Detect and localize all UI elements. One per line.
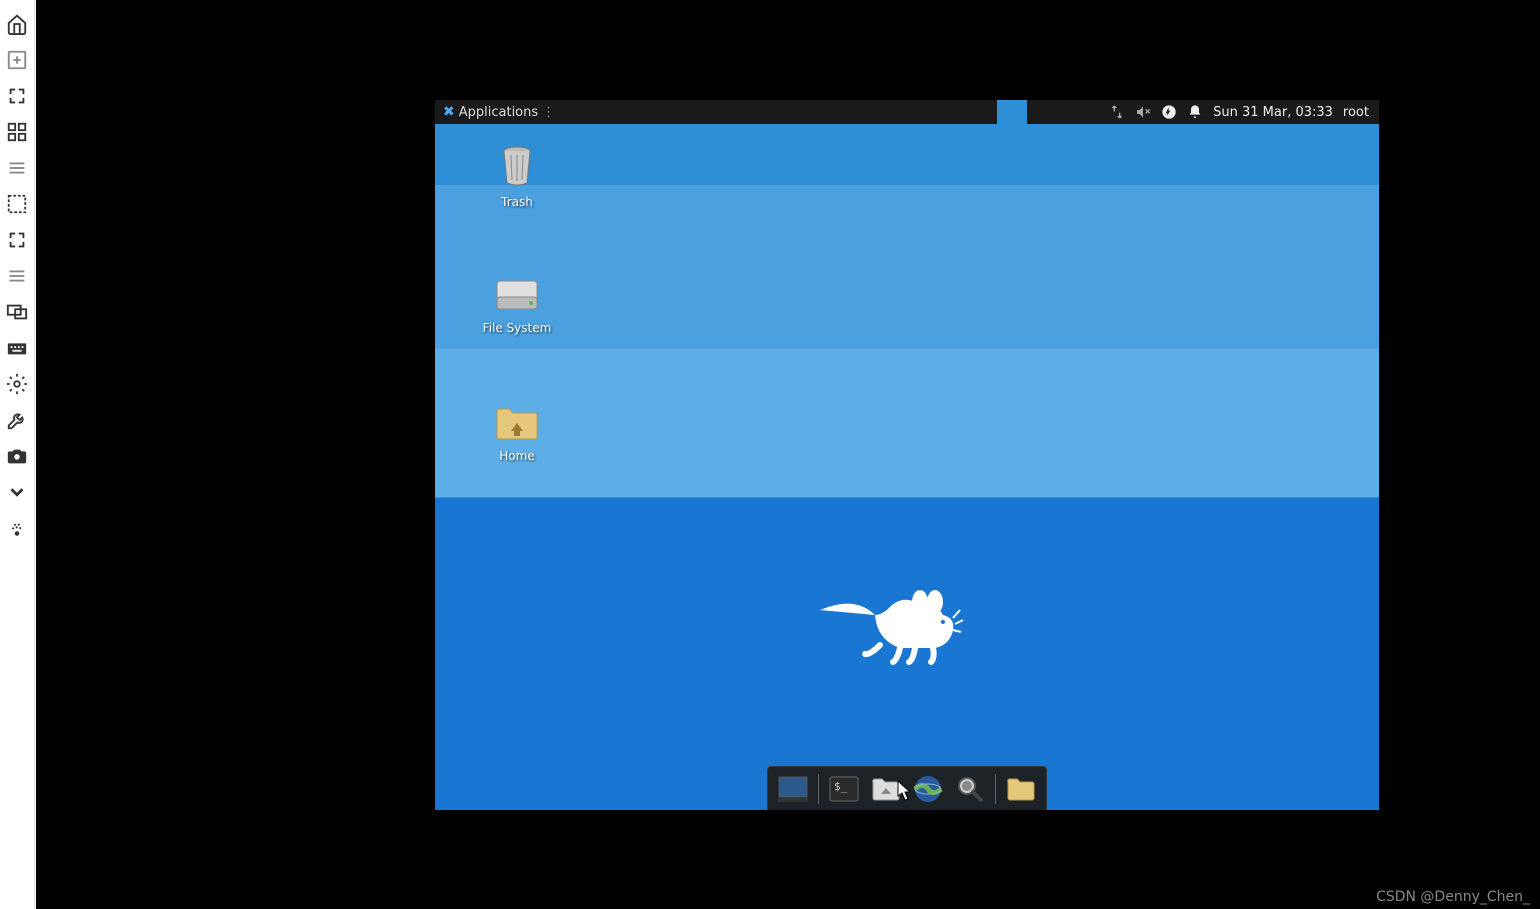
disconnect-icon[interactable] (5, 516, 29, 540)
multi-monitor-icon[interactable] (5, 300, 29, 324)
filesystem-desktop-icon[interactable]: File System (477, 279, 557, 335)
terminal-button[interactable]: $_ (827, 772, 861, 806)
xfce-desktop[interactable]: ✖ Applications ⋮ Sun 31 Mar, 03:33 root (435, 100, 1379, 810)
desktop-icons-container: Trash File System Home (477, 145, 557, 463)
fullscreen-toggle-icon[interactable] (5, 84, 29, 108)
xfce-mouse-logo (815, 580, 975, 680)
tools-icon[interactable] (5, 408, 29, 432)
xfce-menu-icon: ✖ (443, 104, 455, 120)
power-icon[interactable] (1161, 104, 1177, 120)
dock-separator (818, 774, 819, 804)
svg-text:$_: $_ (834, 780, 848, 793)
user-label[interactable]: root (1343, 105, 1369, 120)
drive-icon (495, 279, 539, 313)
applications-menu-button[interactable]: ✖ Applications ⋮ (435, 100, 563, 124)
home-desktop-icon[interactable]: Home (477, 405, 557, 463)
system-tray: Sun 31 Mar, 03:33 root (1109, 100, 1375, 124)
scale-fullscreen-icon[interactable] (5, 192, 29, 216)
viewer-toolbar (0, 0, 35, 909)
menu-handle-icon: ⋮ (542, 105, 555, 120)
show-desktop-button[interactable] (776, 772, 810, 806)
dock-separator (995, 774, 996, 804)
bottom-dock: $_ (767, 766, 1047, 810)
home-label: Home (499, 449, 534, 463)
expand-icon[interactable] (5, 480, 29, 504)
trash-icon (498, 145, 536, 187)
filesystem-label: File System (483, 321, 552, 335)
applications-label: Applications (459, 105, 538, 120)
new-connection-icon[interactable] (5, 48, 29, 72)
remote-display-area: ✖ Applications ⋮ Sun 31 Mar, 03:33 root (36, 0, 1540, 909)
web-browser-button[interactable] (911, 772, 945, 806)
volume-icon[interactable] (1135, 104, 1151, 120)
menu2-icon[interactable] (5, 264, 29, 288)
top-panel: ✖ Applications ⋮ Sun 31 Mar, 03:33 root (435, 100, 1379, 124)
notification-icon[interactable] (1187, 104, 1203, 120)
fullscreen-icon[interactable] (5, 120, 29, 144)
home-folder-icon (495, 405, 539, 441)
scale-icon[interactable] (5, 228, 29, 252)
datetime-label[interactable]: Sun 31 Mar, 03:33 (1213, 105, 1333, 120)
trash-desktop-icon[interactable]: Trash (477, 145, 557, 209)
trash-label: Trash (501, 195, 533, 209)
file-manager-button[interactable] (869, 772, 903, 806)
workspace-indicator[interactable] (997, 100, 1027, 124)
app-finder-button[interactable] (953, 772, 987, 806)
home-icon[interactable] (5, 12, 29, 36)
keyboard-icon[interactable] (5, 336, 29, 360)
home-folder-button[interactable] (1004, 772, 1038, 806)
screenshot-icon[interactable] (5, 444, 29, 468)
menu-icon[interactable] (5, 156, 29, 180)
watermark-text: CSDN @Denny_Chen_ (1376, 889, 1530, 905)
network-icon[interactable] (1109, 104, 1125, 120)
preferences-icon[interactable] (5, 372, 29, 396)
